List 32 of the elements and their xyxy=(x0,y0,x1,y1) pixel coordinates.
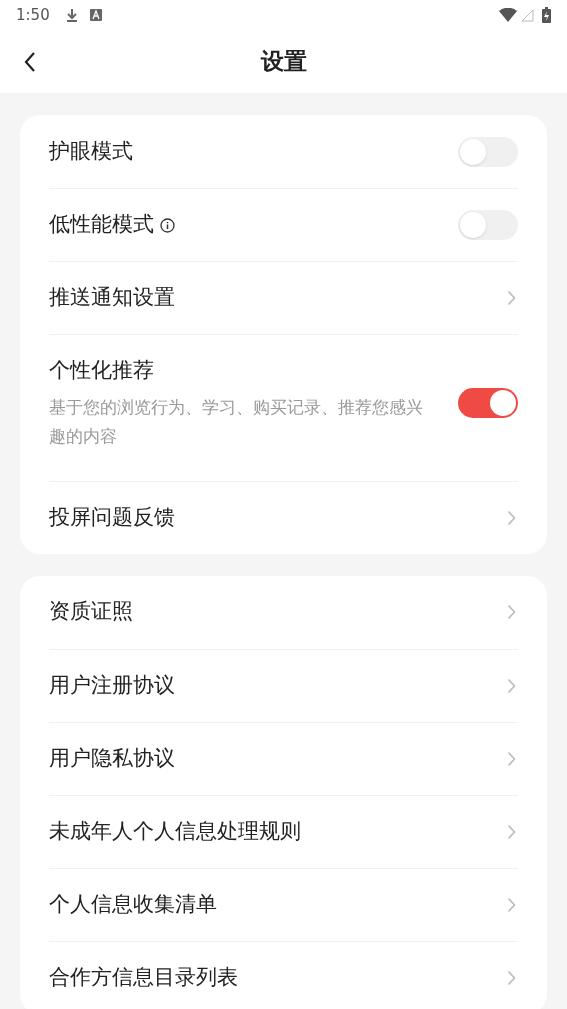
setting-label: 推送通知设置 xyxy=(49,284,175,312)
chevron-right-icon xyxy=(507,750,516,767)
status-time: 1:50 xyxy=(16,4,50,26)
chevron-right-icon xyxy=(507,969,516,986)
info-icon[interactable] xyxy=(160,217,175,233)
back-icon xyxy=(24,50,36,73)
chevron-right-icon xyxy=(507,677,516,694)
download-icon xyxy=(65,8,78,22)
setting-label: 未成年人个人信息处理规则 xyxy=(49,817,301,845)
page-title: 设置 xyxy=(260,47,307,77)
setting-label: 合作方信息目录列表 xyxy=(49,963,238,991)
chevron-right-icon xyxy=(507,823,516,840)
setting-label: 个性化推荐 xyxy=(49,357,154,384)
setting-label: 用户隐私协议 xyxy=(49,744,175,772)
setting-label: 个人信息收集清单 xyxy=(49,890,217,918)
chevron-right-icon xyxy=(507,509,516,526)
notification-icon xyxy=(89,9,102,21)
toggle-switch[interactable] xyxy=(458,210,518,240)
battery-icon xyxy=(542,7,551,23)
setting-label: 投屏问题反馈 xyxy=(49,503,175,531)
setting-label: 护眼模式 xyxy=(49,137,133,165)
chevron-right-icon xyxy=(507,896,516,913)
toggle-switch[interactable] xyxy=(458,387,518,418)
setting-label: 用户注册协议 xyxy=(49,671,175,699)
chevron-right-icon xyxy=(507,604,516,620)
setting-description: 基于您的浏览行为、学习、购买记录、推荐您感兴趣的内容 xyxy=(49,395,424,448)
toggle-switch[interactable] xyxy=(458,136,518,167)
signal-icon xyxy=(521,8,534,22)
setting-label: 低性能模式 xyxy=(49,211,154,239)
setting-label: 资质证照 xyxy=(49,598,133,626)
chevron-right-icon xyxy=(507,290,516,306)
wifi-icon xyxy=(499,8,517,22)
